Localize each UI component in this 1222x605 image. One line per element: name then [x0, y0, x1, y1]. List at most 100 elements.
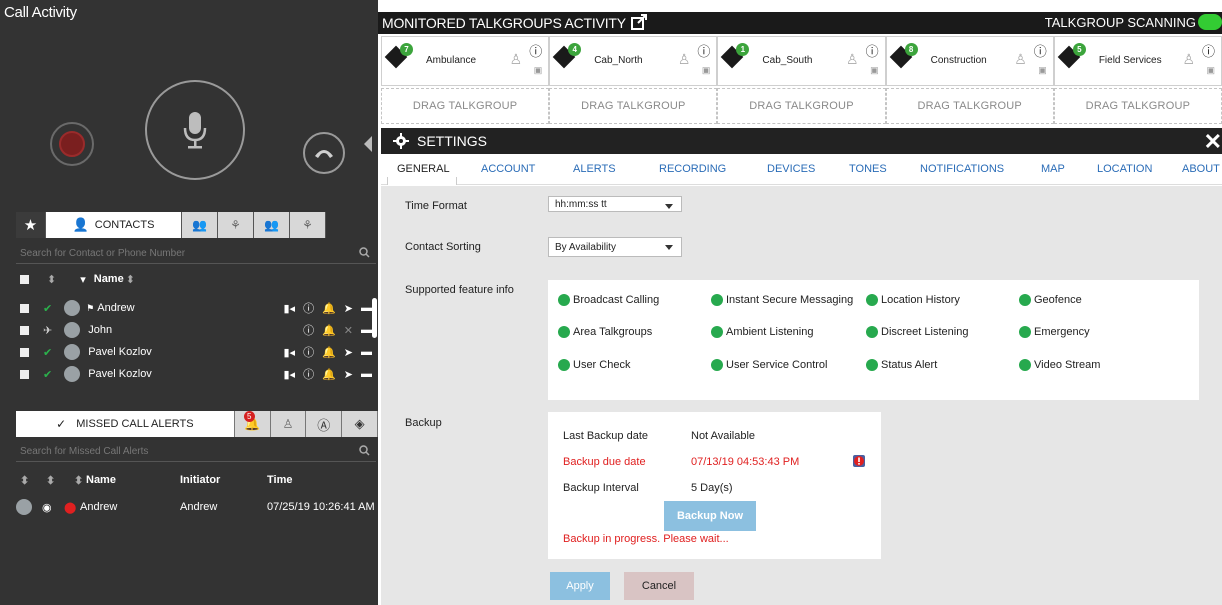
row-checkbox[interactable]	[20, 369, 29, 379]
tab-broadcast[interactable]: 👥	[254, 212, 290, 238]
message-icon[interactable]: ▬	[361, 368, 372, 380]
camera-icon[interactable]: ▣	[1038, 65, 1047, 76]
tab-location[interactable]: LOCATION	[1097, 163, 1152, 175]
sort-icon[interactable]: ⬍	[46, 474, 55, 487]
talkgroup-card[interactable]: 4 Cab_North ♙ ⓘ ▣	[549, 36, 718, 86]
missed-call-time: 07/25/19 10:26:41 AM	[267, 501, 375, 513]
tab-devices[interactable]: DEVICES	[767, 163, 815, 175]
sort-icon[interactable]: ⬍	[20, 474, 29, 487]
missed-call-row[interactable]: ◉ ⬤ Andrew Andrew 07/25/19 10:26:41 AM	[16, 497, 378, 519]
tab-groups[interactable]: 👥	[182, 212, 218, 238]
emergency-icon[interactable]: ⓘ	[303, 366, 314, 382]
talkgroup-scanning-toggle[interactable]	[1198, 14, 1222, 30]
contact-row[interactable]: ✔ Pavel Kozlov ▮◂ ⓘ 🔔 ➤ ▬	[16, 341, 376, 363]
emergency-icon[interactable]: ⓘ	[303, 300, 314, 316]
camera-icon[interactable]: ▣	[1207, 65, 1216, 76]
contact-row[interactable]: ✔ Pavel Kozlov ▮◂ ⓘ 🔔 ➤ ▬	[16, 363, 376, 385]
camera-icon[interactable]: ▣	[870, 65, 879, 76]
camera-icon[interactable]: ▣	[702, 65, 711, 76]
alert-bell-icon[interactable]: 🔔	[322, 302, 336, 315]
message-icon[interactable]: ▬	[361, 324, 372, 336]
contacts-scrollbar[interactable]	[372, 298, 377, 338]
avatar	[64, 322, 81, 338]
tab-missed-call-alerts[interactable]: ✓ MISSED CALL ALERTS	[16, 411, 235, 437]
tab-favorites[interactable]: ★	[16, 212, 46, 238]
contacts-search[interactable]: Search for Contact or Phone Number	[16, 244, 376, 264]
tab-tones[interactable]: TONES	[849, 163, 887, 175]
row-checkbox[interactable]	[20, 325, 29, 335]
drag-talkgroup-slot[interactable]: DRAG TALKGROUP	[381, 88, 550, 124]
talkgroup-card[interactable]: 8 Construction ♙ ⓘ ▣	[885, 36, 1054, 86]
talkgroup-card[interactable]: 5 Field Services ♙ ⓘ ▣	[1053, 36, 1222, 86]
emergency-icon[interactable]: ⓘ	[1034, 41, 1047, 60]
camera-icon[interactable]: ▣	[534, 65, 543, 76]
tab-status-alerts[interactable]: ◈	[342, 411, 379, 437]
tab-emergency-alerts[interactable]: Ⓐ	[306, 411, 343, 437]
emergency-icon[interactable]: ⓘ	[697, 41, 710, 60]
row-checkbox[interactable]	[20, 303, 29, 313]
tab-notifications[interactable]: NOTIFICATIONS	[920, 163, 1004, 175]
chevron-down-icon[interactable]: ▾	[80, 273, 86, 286]
collapse-arrow-icon[interactable]	[364, 136, 372, 152]
location-icon[interactable]: ➤	[344, 302, 353, 315]
push-to-talk-button[interactable]	[145, 80, 245, 180]
talkgroup-card[interactable]: 7 Ambulance ♙ ⓘ ▣	[381, 36, 550, 86]
tab-alerts[interactable]: 🔔 5	[234, 411, 271, 437]
video-call-icon[interactable]: ▮◂	[284, 346, 296, 359]
external-link-icon[interactable]	[630, 13, 648, 31]
close-icon[interactable]: ✕	[1204, 129, 1222, 155]
feature-item: Discreet Listening	[866, 326, 968, 338]
drag-talkgroup-slot[interactable]: DRAG TALKGROUP	[885, 88, 1054, 124]
cancel-button[interactable]: Cancel	[624, 572, 694, 600]
alert-bell-icon[interactable]: 🔔	[322, 324, 336, 337]
talkgroup-card[interactable]: 1 Cab_South ♙ ⓘ ▣	[717, 36, 886, 86]
emergency-icon[interactable]: ⓘ	[303, 344, 314, 360]
tab-person-alerts[interactable]: ♙	[270, 411, 307, 437]
select-all-checkbox[interactable]	[20, 274, 29, 284]
drag-talkgroup-slot[interactable]: DRAG TALKGROUP	[549, 88, 718, 124]
alert-bell-icon[interactable]: 🔔	[322, 346, 336, 359]
video-call-icon[interactable]: ▮◂	[284, 302, 296, 315]
row-checkbox[interactable]	[20, 347, 29, 357]
tab-about[interactable]: ABOUT	[1182, 163, 1220, 175]
drag-talkgroup-slot[interactable]: DRAG TALKGROUP	[1053, 88, 1222, 124]
emergency-icon[interactable]: ⓘ	[866, 41, 879, 60]
tab-contacts[interactable]: 👤 CONTACTS	[46, 212, 182, 238]
missed-initiator-header[interactable]: Initiator	[180, 474, 220, 486]
tab-general[interactable]: GENERAL	[397, 163, 450, 175]
name-column-header[interactable]: Name	[94, 273, 124, 285]
contact-sorting-label: Contact Sorting	[405, 241, 481, 253]
tab-map[interactable]: MAP	[1041, 163, 1065, 175]
emergency-icon[interactable]: ⓘ	[303, 322, 314, 338]
backup-now-button[interactable]: Backup Now	[664, 501, 756, 531]
contact-row[interactable]: ✈ John ⓘ 🔔 ✕ ▬	[16, 319, 376, 341]
hangup-button[interactable]	[303, 132, 345, 174]
emergency-icon[interactable]: ⓘ	[1202, 41, 1215, 60]
alert-bell-icon[interactable]: 🔔	[322, 368, 336, 381]
contact-sorting-select[interactable]: By Availability	[548, 237, 682, 257]
location-icon[interactable]: ➤	[344, 368, 353, 381]
tab-recording[interactable]: RECORDING	[659, 163, 726, 175]
backup-due-label: Backup due date	[563, 456, 646, 468]
missed-calls-search[interactable]: Search for Missed Call Alerts	[16, 442, 376, 462]
sort-icon[interactable]: ⬍	[126, 273, 135, 286]
sort-icon[interactable]: ⬍	[74, 474, 83, 487]
tab-area[interactable]: ⚘	[290, 212, 326, 238]
drag-talkgroup-slot[interactable]: DRAG TALKGROUP	[717, 88, 886, 124]
sort-icon[interactable]: ⬍	[47, 273, 56, 286]
missed-name-header[interactable]: Name	[86, 474, 116, 486]
missed-time-header[interactable]: Time	[267, 474, 292, 486]
end-call-button[interactable]	[50, 122, 94, 166]
tab-talkgroups[interactable]: ⚘	[218, 212, 254, 238]
location-icon[interactable]: ➤	[344, 346, 353, 359]
apply-button[interactable]: Apply	[550, 572, 610, 600]
message-icon[interactable]: ▬	[361, 302, 372, 314]
message-icon[interactable]: ▬	[361, 346, 372, 358]
missed-alert-icon: ⬤	[64, 502, 77, 514]
emergency-icon[interactable]: ⓘ	[529, 41, 542, 60]
time-format-select[interactable]: hh:mm:ss tt	[548, 196, 682, 212]
tab-account[interactable]: ACCOUNT	[481, 163, 535, 175]
contact-row[interactable]: ✔ ⚑ Andrew ▮◂ ⓘ 🔔 ➤ ▬	[16, 297, 376, 319]
video-call-icon[interactable]: ▮◂	[284, 368, 296, 381]
tab-alerts[interactable]: ALERTS	[573, 163, 616, 175]
